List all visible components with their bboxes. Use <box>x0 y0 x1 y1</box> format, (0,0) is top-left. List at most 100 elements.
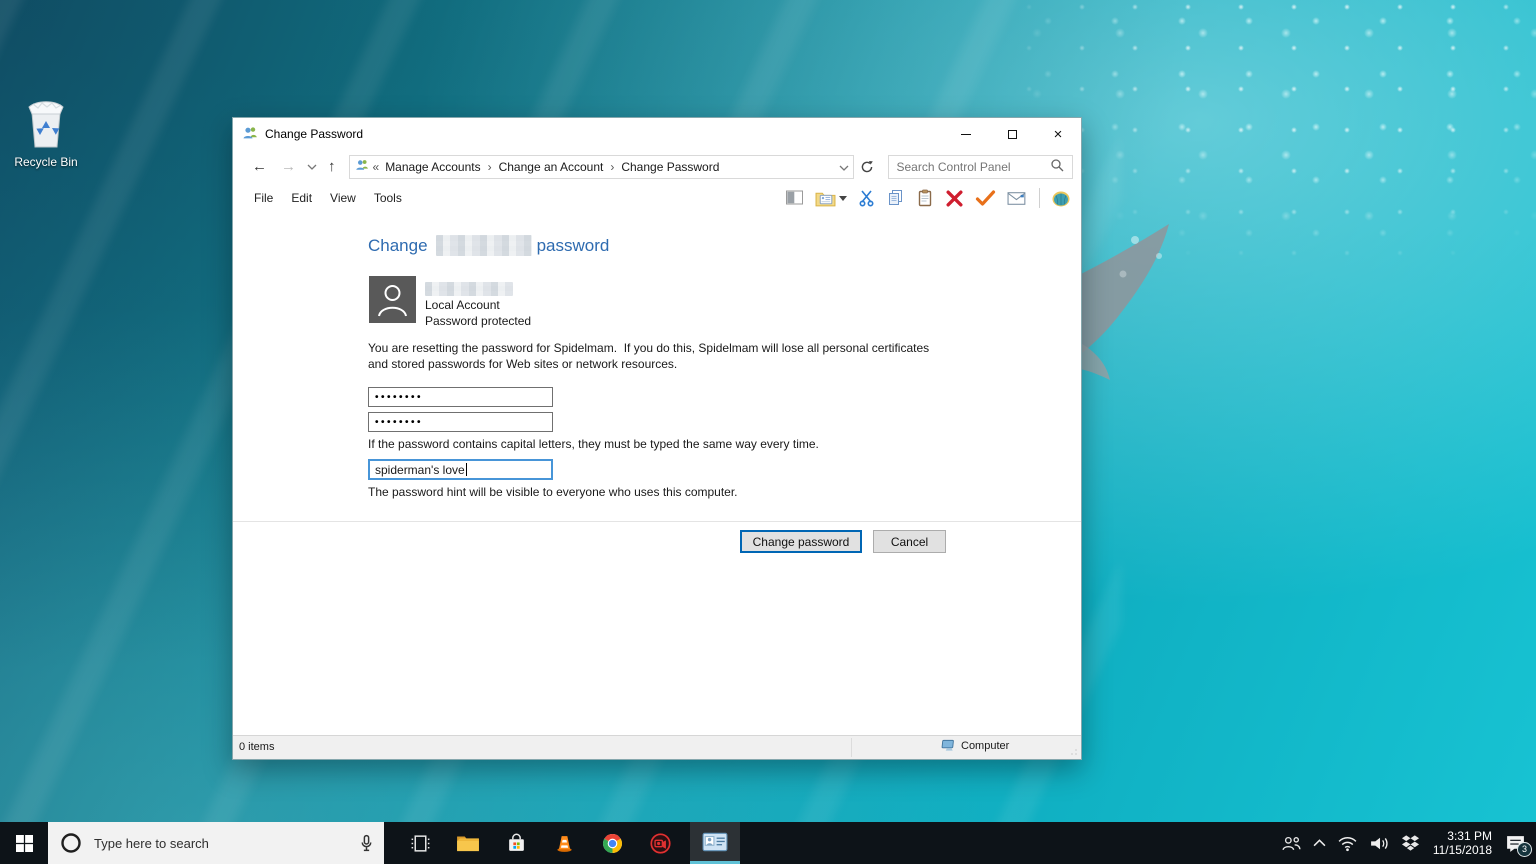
wifi-icon <box>1337 835 1358 852</box>
microsoft-store-taskbar-item[interactable] <box>492 822 540 864</box>
checkmark-icon <box>975 189 996 207</box>
hidden-icons-button[interactable] <box>1313 839 1326 847</box>
taskbar-clock[interactable]: 3:31 PM 11/15/2018 <box>1431 829 1494 857</box>
refresh-icon <box>860 160 874 174</box>
close-button[interactable]: × <box>1035 118 1081 150</box>
screen-recorder-taskbar-item[interactable] <box>636 822 684 864</box>
search-icon <box>1050 158 1064 175</box>
address-bar[interactable]: « Manage Accounts › Change an Account › … <box>349 155 854 179</box>
chrome-icon <box>602 833 623 854</box>
file-explorer-icon <box>456 833 480 853</box>
copy-button[interactable] <box>887 189 905 207</box>
control-panel-search-input[interactable]: Search Control Panel <box>888 155 1074 179</box>
taskbar-search-input[interactable]: Type here to search <box>48 822 384 864</box>
confirm-password-input[interactable]: •••••••• <box>368 412 553 432</box>
resize-grip[interactable] <box>1068 746 1078 756</box>
mail-button[interactable] <box>1007 190 1028 207</box>
recorder-icon <box>649 832 672 855</box>
vlc-cone-icon <box>554 833 575 854</box>
chevron-down-icon <box>839 165 849 171</box>
file-explorer-taskbar-item[interactable] <box>444 822 492 864</box>
people-icon <box>1281 835 1302 852</box>
toolbar <box>785 183 1071 213</box>
menu-edit[interactable]: Edit <box>282 183 321 213</box>
cortana-icon <box>60 832 82 854</box>
scissors-icon <box>858 189 876 207</box>
people-button[interactable] <box>1281 835 1302 852</box>
water-surface-sparkles <box>1020 0 1536 260</box>
wifi-button[interactable] <box>1337 835 1358 852</box>
dropbox-icon <box>1401 834 1420 852</box>
change-password-page: Change password Local Account Password p… <box>233 213 1081 737</box>
navigation-bar: ← → ↑ « Manage Accounts › Change <box>233 150 1081 183</box>
user-accounts-card-icon <box>702 832 728 852</box>
minimize-button[interactable] <box>943 118 989 150</box>
delete-button[interactable] <box>945 189 964 208</box>
refresh-button[interactable] <box>854 160 880 174</box>
help-shell-button[interactable] <box>1051 188 1071 208</box>
chrome-taskbar-item[interactable] <box>588 822 636 864</box>
person-icon <box>369 276 416 323</box>
envelope-icon <box>1007 190 1028 207</box>
organize-button[interactable] <box>815 190 847 207</box>
action-center-button[interactable]: 3 <box>1505 834 1526 853</box>
recent-pages-dropdown[interactable] <box>303 164 321 170</box>
clock-date: 11/15/2018 <box>1433 843 1492 857</box>
breadcrumb-overflow-chevron[interactable]: « <box>369 160 386 174</box>
account-protection-label: Password protected <box>425 314 531 328</box>
breadcrumb-item-manage-accounts[interactable]: Manage Accounts <box>385 160 480 174</box>
dolphin-image <box>1075 222 1225 442</box>
menu-view[interactable]: View <box>321 183 365 213</box>
maximize-icon <box>1008 130 1017 139</box>
change-password-button[interactable]: Change password <box>740 530 862 553</box>
window-title: Change Password <box>265 127 363 141</box>
system-tray: 3:31 PM 11/15/2018 3 <box>1281 822 1536 864</box>
breadcrumb-item-change-password[interactable]: Change Password <box>621 160 719 174</box>
forward-button[interactable]: → <box>274 150 303 183</box>
recycle-bin-label: Recycle Bin <box>8 155 84 169</box>
clipboard-icon <box>916 189 934 207</box>
text-cursor <box>466 463 467 476</box>
password-hint-input[interactable]: spiderman's love <box>368 459 553 480</box>
vlc-taskbar-item[interactable] <box>540 822 588 864</box>
clock-time: 3:31 PM <box>1433 829 1492 843</box>
notification-badge: 3 <box>1517 842 1532 857</box>
breadcrumb-separator[interactable]: › <box>481 160 499 174</box>
hint-visibility-note: The password hint will be visible to eve… <box>368 485 738 499</box>
taskbar-search-placeholder: Type here to search <box>94 836 209 851</box>
menu-tools[interactable]: Tools <box>365 183 411 213</box>
menu-file[interactable]: File <box>245 183 282 213</box>
taskbar: Type here to search <box>0 822 1536 864</box>
preview-pane-icon <box>785 190 804 206</box>
user-accounts-taskbar-item-active[interactable] <box>690 822 740 864</box>
dropbox-button[interactable] <box>1401 834 1420 852</box>
paste-button[interactable] <box>916 189 934 207</box>
volume-button[interactable] <box>1369 835 1390 852</box>
recycle-bin-shortcut[interactable]: Recycle Bin <box>8 98 84 169</box>
breadcrumb-item-change-an-account[interactable]: Change an Account <box>499 160 604 174</box>
up-button[interactable]: ↑ <box>321 150 343 183</box>
title-bar[interactable]: Change Password × <box>233 118 1081 150</box>
address-location-icon <box>355 158 369 175</box>
capital-letters-note: If the password contains capital letters… <box>368 437 819 451</box>
menu-bar: File Edit View Tools <box>233 183 1081 213</box>
cancel-button[interactable]: Cancel <box>873 530 946 553</box>
copy-icon <box>887 189 905 207</box>
validate-button[interactable] <box>975 189 996 207</box>
preview-pane-button[interactable] <box>785 190 804 206</box>
new-password-input[interactable]: •••••••• <box>368 387 553 407</box>
microphone-icon <box>359 834 374 853</box>
start-button[interactable] <box>0 822 48 864</box>
statusbar-divider <box>851 738 852 757</box>
maximize-button[interactable] <box>989 118 1035 150</box>
breadcrumb-separator[interactable]: › <box>603 160 621 174</box>
search-placeholder: Search Control Panel <box>897 160 1011 174</box>
status-bar: 0 items Computer <box>233 735 1081 759</box>
speaker-icon <box>1369 835 1390 852</box>
organize-dropdown-caret <box>839 196 847 201</box>
task-view-button[interactable] <box>396 822 444 864</box>
cut-button[interactable] <box>858 189 876 207</box>
address-dropdown-chevron[interactable] <box>839 160 849 174</box>
back-button[interactable]: ← <box>245 150 274 183</box>
reset-warning-text: You are resetting the password for Spide… <box>368 340 946 372</box>
